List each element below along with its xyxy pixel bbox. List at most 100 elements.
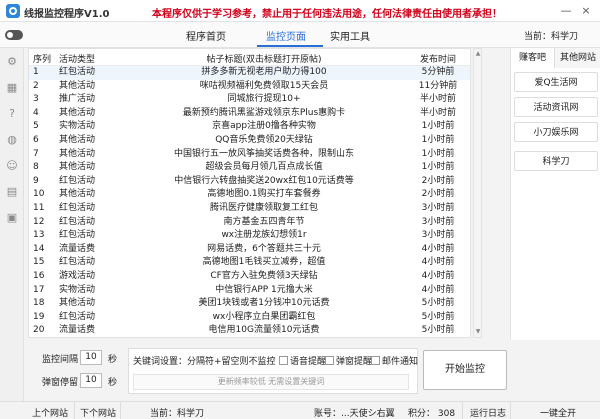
table-row[interactable]: 9 红包活动 中信银行六转盘抽奖送20wx红包10元话费等 2小时前	[29, 175, 470, 189]
row-title[interactable]: 高德地图0.1购买打车套餐券	[129, 188, 399, 202]
table-row[interactable]: 3 推广活动 同城旅行提现10+ 半小时前	[29, 93, 470, 107]
table-row[interactable]: 10 其他活动 高德地图0.1购买打车套餐券 2小时前	[29, 188, 470, 202]
row-seq: 17	[33, 284, 45, 295]
status-divider	[120, 402, 121, 419]
tab-other-sites[interactable]: 其他网站	[555, 48, 600, 68]
row-type: 红包活动	[59, 311, 96, 322]
row-seq: 1	[33, 67, 39, 77]
list-scrollbar[interactable]: ▲ ▼	[473, 48, 482, 338]
table-row[interactable]: 2 其他活动 咪咕视频福利免费领取15天会员 11分钟前	[29, 80, 470, 94]
row-time: 4小时前	[421, 284, 455, 295]
table-row[interactable]: 11 红包活动 腾讯医疗健康领取复工红包 3小时前	[29, 202, 470, 216]
table-row[interactable]: 4 其他活动 最新预约腾讯黑鲨游戏领京东Plus惠购卡 半小时前	[29, 107, 470, 121]
email-alert-checkbox[interactable]: 邮件通知	[371, 354, 418, 367]
table-row[interactable]: 16 游戏活动 CF官方入驻免费领3天绿钻 4小时前	[29, 270, 470, 284]
table-row[interactable]: 6 其他活动 QQ音乐免费领20天绿钻 1小时前	[29, 134, 470, 148]
row-seq: 3	[33, 94, 39, 105]
row-time: 2小时前	[421, 189, 455, 200]
row-time: 半小时前	[419, 107, 456, 118]
voice-alert-checkbox[interactable]: 语音提醒	[279, 354, 326, 367]
table-row[interactable]: 19 红包活动 wx小程序立白果团霸红包 5小时前	[29, 311, 470, 325]
table-row[interactable]: 7 其他活动 中国银行五一放风筝抽奖话费各种，限制山东 1小时前	[29, 148, 470, 162]
list-rows: 1 红包活动 拼多多新无视老用户助力得100 5分钟前 2 其他活动 咪咕视频福利免费领取1…	[29, 66, 470, 337]
runtime-log-button[interactable]: 运行日志	[470, 406, 506, 419]
disclaimer-text: 本程序仅供于学习参考，禁止用于任何违法用途，任何法律责任由使用者承担！	[152, 9, 502, 20]
row-title[interactable]: 腾讯医疗健康领取复工红包	[129, 202, 399, 216]
row-type: 红包活动	[59, 230, 96, 241]
row-time: 1小时前	[421, 162, 455, 173]
row-type: 实物活动	[59, 284, 96, 295]
row-seq: 9	[33, 175, 39, 186]
enable-all-button[interactable]: 一键全开	[540, 406, 576, 419]
site-button-xiaodao[interactable]: 小刀娱乐网	[514, 122, 598, 142]
row-seq: 15	[33, 257, 45, 268]
row-title[interactable]: 高德地图1毛钱买立减券，超值	[129, 256, 399, 270]
keyword-input[interactable]: 更新频率较低 无需设置关键词	[133, 374, 409, 390]
row-title[interactable]: 美团1块钱或者1分钱冲10元话费	[129, 297, 399, 311]
table-row[interactable]: 14 流量话费 网易话费，6个答题共三十元 4小时前	[29, 243, 470, 257]
row-title[interactable]: wx小程序立白果团霸红包	[129, 311, 399, 325]
save-icon[interactable]: ▣	[6, 212, 18, 224]
close-button[interactable]: ×	[578, 3, 594, 19]
row-title[interactable]: 拼多多新无视老用户助力得100	[129, 66, 399, 80]
row-title[interactable]: 中信银行APP 1元撸大米	[129, 284, 399, 298]
row-title[interactable]: 最新预约腾讯黑鲨游戏领京东Plus惠购卡	[129, 107, 399, 121]
row-title[interactable]: 中信银行六转盘抽奖送20wx红包10元话费等	[129, 175, 399, 189]
row-title[interactable]: 网易话费，6个答题共三十元	[129, 243, 399, 257]
row-title[interactable]: wx注册龙族幻想领1r	[129, 229, 399, 243]
site-button-news[interactable]: 活动资讯网	[514, 97, 598, 117]
toggle-switch[interactable]	[5, 30, 23, 40]
table-row[interactable]: 20 流量话费 电信用10G流量领10元话费 5小时前	[29, 324, 470, 337]
interval-input[interactable]: 10	[80, 350, 102, 365]
pause-unit: 秒	[108, 378, 118, 388]
table-row[interactable]: 12 红包活动 南方基金五四青年节 3小时前	[29, 216, 470, 230]
row-title[interactable]: 南方基金五四青年节	[129, 216, 399, 230]
tab-zuanke[interactable]: 赚客吧	[511, 48, 555, 68]
status-account: 账号：...天使シ右翼	[314, 409, 395, 419]
sidebar: ⚙ ▦ ? ◍ ☺ ▤ ▣	[0, 48, 24, 401]
row-time: 3小时前	[421, 216, 455, 227]
row-seq: 7	[33, 148, 39, 159]
current-site-label: 当前：科学刀	[524, 32, 579, 42]
prev-site-button[interactable]: 上个网站	[32, 406, 68, 419]
popup-alert-checkbox[interactable]: 弹窗提醒	[325, 354, 372, 367]
row-time: 4小时前	[421, 270, 455, 281]
row-title[interactable]: 电信用10G流量领10元话费	[129, 324, 399, 337]
minimize-button[interactable]: —	[558, 3, 574, 19]
row-time: 4小时前	[421, 243, 455, 254]
help-icon[interactable]: ?	[6, 108, 18, 120]
site-button-aiq[interactable]: 爱Q生活网	[514, 72, 598, 92]
row-title[interactable]: 同城旅行提现10+	[129, 93, 399, 107]
table-row[interactable]: 13 红包活动 wx注册龙族幻想领1r 3小时前	[29, 229, 470, 243]
globe-icon[interactable]: ◍	[6, 134, 18, 146]
next-site-button[interactable]: 下个网站	[80, 406, 116, 419]
row-time: 3小时前	[421, 202, 455, 213]
row-title[interactable]: 咪咕视频福利免费领取15天会员	[129, 80, 399, 94]
row-title[interactable]: CF官方入驻免费领3天绿钻	[129, 270, 399, 284]
document-icon[interactable]: ▤	[6, 186, 18, 198]
row-title[interactable]: 京喜app注册0撸各种实物	[129, 120, 399, 134]
row-type: 其他活动	[59, 134, 96, 145]
row-title[interactable]: 中国银行五一放风筝抽奖话费各种，限制山东	[129, 148, 399, 162]
start-monitor-button[interactable]: 开始监控	[423, 350, 507, 390]
tab-home[interactable]: 程序首页	[186, 28, 226, 43]
tab-monitor[interactable]: 监控页面	[266, 28, 306, 43]
site-button-kexuedao[interactable]: 科学刀	[514, 151, 598, 171]
table-row[interactable]: 1 红包活动 拼多多新无视老用户助力得100 5分钟前	[29, 66, 470, 80]
gear-icon[interactable]: ⚙	[6, 56, 18, 68]
users-icon[interactable]: ☺	[6, 160, 18, 172]
table-row[interactable]: 8 其他活动 超级会员每月领几百点成长值 1小时前	[29, 161, 470, 175]
status-current: 当前：科学刀	[150, 409, 205, 419]
scroll-up-icon[interactable]: ▲	[475, 51, 481, 57]
table-row[interactable]: 15 红包活动 高德地图1毛钱买立减券，超值 4小时前	[29, 256, 470, 270]
pause-input[interactable]: 10	[80, 373, 102, 388]
tab-tools[interactable]: 实用工具	[330, 28, 370, 43]
table-row[interactable]: 17 实物活动 中信银行APP 1元撸大米 4小时前	[29, 284, 470, 298]
row-title[interactable]: QQ音乐免费领20天绿钻	[129, 134, 399, 148]
table-row[interactable]: 5 实物活动 京喜app注册0撸各种实物 1小时前	[29, 120, 470, 134]
table-row[interactable]: 18 其他活动 美团1块钱或者1分钱冲10元话费 5小时前	[29, 297, 470, 311]
row-type: 红包活动	[59, 257, 96, 268]
scroll-down-icon[interactable]: ▼	[475, 329, 481, 335]
row-title[interactable]: 超级会员每月领几百点成长值	[129, 161, 399, 175]
grid-icon[interactable]: ▦	[6, 82, 18, 94]
